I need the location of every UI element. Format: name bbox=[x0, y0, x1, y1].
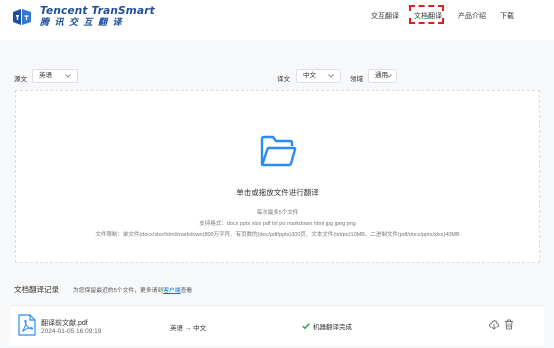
records-title: 文档翻译记录 bbox=[14, 285, 59, 294]
record-status-text: 机器翻译完成 bbox=[313, 324, 352, 331]
client-link[interactable]: 客户端 bbox=[163, 288, 180, 294]
logo-english-text: Tencent TranSmart bbox=[40, 5, 155, 18]
records-note-prefix: 为您保留最近的5个文件，更多请到 bbox=[73, 288, 164, 294]
page: Tencent TranSmart 腾讯交互翻译 交互翻译 文档翻译 产品介绍 … bbox=[0, 0, 554, 348]
record-file-name: 翻译前文献.pdf bbox=[41, 320, 88, 327]
upload-file-limits: 文件限制：单文件(docx/xlsx/html/markdown)800万字符、… bbox=[95, 232, 460, 238]
folder-icon bbox=[260, 135, 297, 167]
records-note-suffix: 查看 bbox=[180, 288, 193, 294]
target-language-label: 译文 bbox=[277, 76, 290, 83]
records-note: 为您保留最近的5个文件，更多请到客户端查看 bbox=[73, 285, 192, 294]
record-language-pair: 英语 → 中文 bbox=[170, 325, 207, 332]
target-language-value: 中文 bbox=[303, 72, 316, 79]
upload-supported-formats: 支持格式：docx pptx xlsx pdf txt po markdown … bbox=[199, 221, 356, 227]
source-language-value: 英语 bbox=[39, 72, 52, 79]
nav-interactive-translation[interactable]: 交互翻译 bbox=[371, 11, 399, 21]
record-date: 2024-01-05 16:09:19 bbox=[41, 328, 102, 335]
target-language-select[interactable]: 中文 bbox=[296, 69, 341, 83]
source-language-select[interactable]: 英语 bbox=[32, 69, 78, 83]
top-header: Tencent TranSmart 腾讯交互翻译 交互翻译 文档翻译 产品介绍 … bbox=[0, 0, 554, 40]
pdf-file-icon bbox=[18, 314, 36, 336]
delete-icon[interactable] bbox=[504, 319, 514, 330]
transmart-logo-icon bbox=[13, 9, 31, 25]
upload-max-files: 每次最多5个文件 bbox=[256, 210, 299, 216]
download-icon[interactable] bbox=[489, 319, 499, 330]
nav-product-intro[interactable]: 产品介绍 bbox=[458, 11, 486, 21]
nav-download[interactable]: 下载 bbox=[500, 11, 514, 21]
file-upload-dropzone[interactable]: 单击或拖放文件进行翻译 每次最多5个文件 支持格式：docx pptx xlsx… bbox=[15, 90, 540, 263]
source-language-label: 源文 bbox=[14, 76, 27, 83]
tencent-transmart-logo[interactable]: Tencent TranSmart 腾讯交互翻译 bbox=[10, 6, 155, 28]
domain-select[interactable]: 通用 bbox=[368, 69, 397, 83]
record-status: 机器翻译完成 bbox=[302, 321, 352, 331]
upload-instruction: 单击或拖放文件进行翻译 bbox=[236, 188, 319, 197]
chevron-down-icon bbox=[65, 74, 71, 78]
active-tab-highlight bbox=[409, 5, 444, 24]
record-row[interactable]: 翻译前文献.pdf 2024-01-05 16:09:19 英语 → 中文 机器… bbox=[10, 305, 544, 345]
chevron-down-icon bbox=[328, 74, 334, 78]
logo-chinese-text: 腾讯交互翻译 bbox=[40, 17, 128, 28]
chevron-down-icon bbox=[386, 74, 392, 78]
check-icon bbox=[302, 323, 310, 330]
domain-label: 领域 bbox=[350, 76, 363, 83]
